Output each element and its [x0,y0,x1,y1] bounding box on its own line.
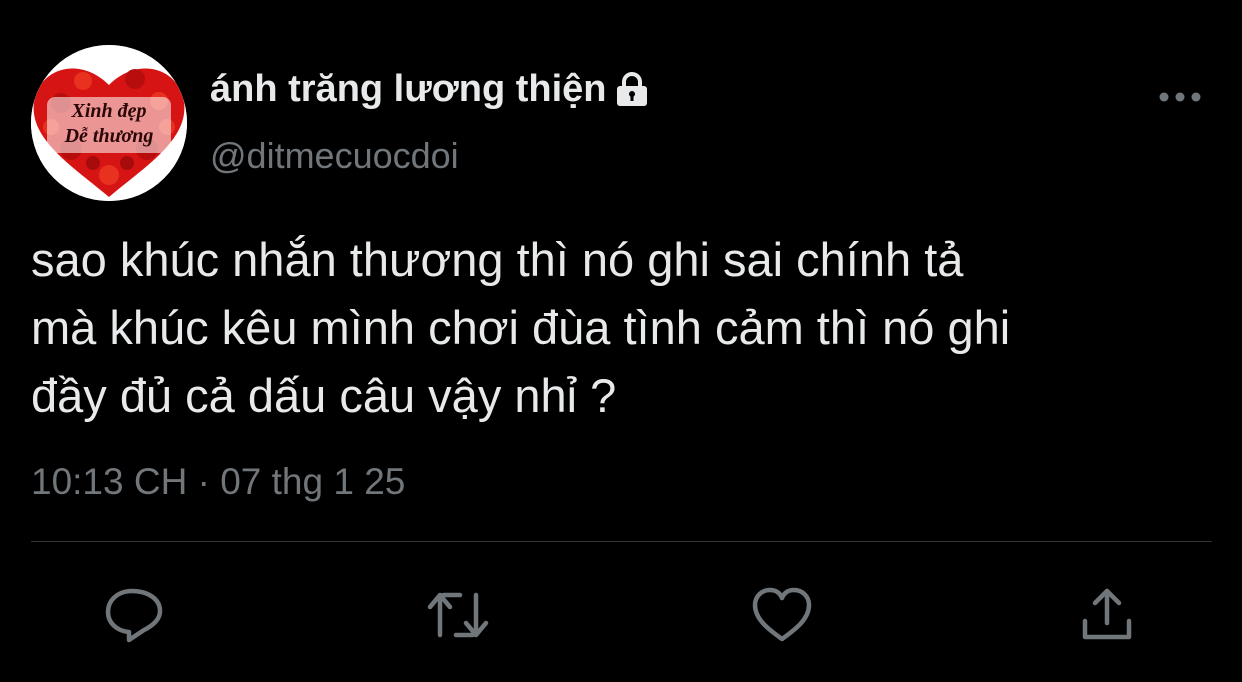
tweet-text: sao khúc nhắn thương thì nó ghi sai chín… [31,226,1216,430]
tweet-text-line: sao khúc nhắn thương thì nó ghi sai chín… [31,233,964,286]
lock-icon [611,68,653,110]
more-icon[interactable] [1156,82,1204,112]
avatar[interactable]: Xinh đẹp Dễ thương [31,45,187,201]
reply-icon [105,588,163,643]
retweet-icon [427,592,489,638]
handle[interactable]: @ditmecuocdoi [210,134,459,178]
share-button[interactable] [1075,583,1139,647]
divider [31,541,1212,542]
tweet-text-line: mà khúc kêu mình chơi đùa tình cảm thì n… [31,301,1011,354]
heart-image [31,45,187,201]
heart-icon [752,587,812,642]
like-button[interactable] [750,583,814,647]
display-name-text[interactable]: ánh trăng lương thiện [210,66,607,112]
avatar-text-line2: Dễ thương [64,125,154,147]
share-icon [1082,588,1132,640]
avatar-text-line1: Xinh đẹp [71,100,147,122]
timestamp[interactable]: 10:13 CH · 07 thg 1 25 [31,458,405,506]
tweet-text-line: đầy đủ cả dấu câu vậy nhỉ ? [31,369,617,422]
reply-button[interactable] [102,583,166,647]
display-name[interactable]: ánh trăng lương thiện [210,66,653,112]
retweet-button[interactable] [426,583,490,647]
